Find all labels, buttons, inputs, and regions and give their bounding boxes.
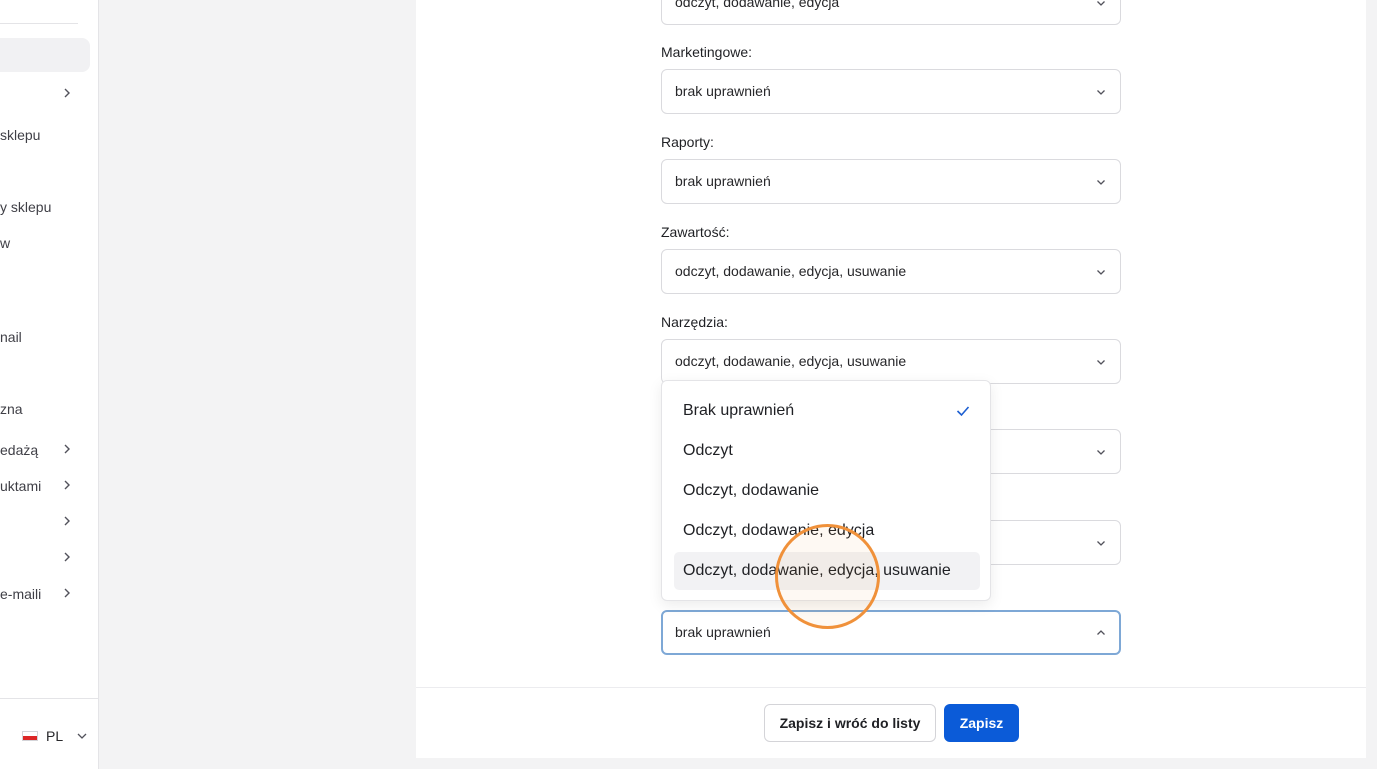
select-value: odczyt, dodawanie, edycja [675,0,840,10]
chevron-up-icon [1097,630,1105,635]
save-button[interactable]: Zapisz [944,704,1019,742]
chevron-down-icon [1097,90,1105,95]
select-value: brak uprawnień [675,624,771,640]
save-and-back-button[interactable]: Zapisz i wróć do listy [764,704,936,742]
sidebar-item[interactable]: uktami [0,478,41,494]
dropdown-option[interactable]: Brak uprawnień [674,392,980,430]
field-label-raporty: Raporty: [661,134,714,150]
chevron-down-icon [1097,270,1105,275]
zawartosc-select[interactable]: odczyt, dodawanie, edycja, usuwanie [661,249,1121,294]
language-label: PL [46,728,64,744]
sidebar-item[interactable]: y sklepu [0,199,51,215]
click-highlight-circle [775,524,880,629]
language-switcher[interactable]: PL [22,728,87,744]
chevron-down-icon [1097,360,1105,365]
chevron-right-icon[interactable] [62,444,72,454]
footer-divider [416,687,1366,688]
narzedzia-select[interactable]: odczyt, dodawanie, edycja, usuwanie [661,339,1121,384]
open-permission-select[interactable]: brak uprawnień [661,610,1121,655]
select-value: odczyt, dodawanie, edycja, usuwanie [675,263,907,279]
sidebar-item[interactable]: sklepu [0,127,40,143]
chevron-right-icon[interactable] [62,480,72,490]
chevron-right-icon[interactable] [62,588,72,598]
chevron-right-icon[interactable] [62,88,72,98]
chevron-right-icon[interactable] [62,552,72,562]
sidebar-item[interactable]: zna [0,401,23,417]
chevron-right-icon[interactable] [62,516,72,526]
chevron-down-icon [1097,1,1105,6]
dropdown-option[interactable]: Odczyt, dodawanie [674,472,980,510]
select-value: brak uprawnień [675,83,771,99]
chevron-down-icon [1097,541,1105,546]
marketingowe-select[interactable]: brak uprawnień [661,69,1121,114]
sidebar-divider [0,23,78,24]
field-label-zawartosc: Zawartość: [661,224,730,240]
poland-flag-icon [22,731,38,741]
chevron-down-icon [1097,450,1105,455]
sidebar-item-active[interactable] [0,38,90,72]
check-icon [956,406,970,417]
sidebar-divider [0,698,98,699]
select-value: brak uprawnień [675,173,771,189]
sidebar-item[interactable]: e-maili [0,586,41,602]
sidebar: sklepu y sklepu w nail zna edażą uktami … [0,0,99,769]
sidebar-item[interactable]: edażą [0,442,38,458]
chevron-down-icon [77,733,87,739]
sidebar-item[interactable]: w [0,235,10,251]
field-label-narzedzia: Narzędzia: [661,314,728,330]
field-label-marketingowe: Marketingowe: [661,44,753,60]
permission-select[interactable]: odczyt, dodawanie, edycja [661,0,1121,25]
raporty-select[interactable]: brak uprawnień [661,159,1121,204]
dropdown-option[interactable]: Odczyt [674,432,980,470]
chevron-down-icon [1097,180,1105,185]
sidebar-item[interactable]: nail [0,329,22,345]
select-value: odczyt, dodawanie, edycja, usuwanie [675,353,907,369]
